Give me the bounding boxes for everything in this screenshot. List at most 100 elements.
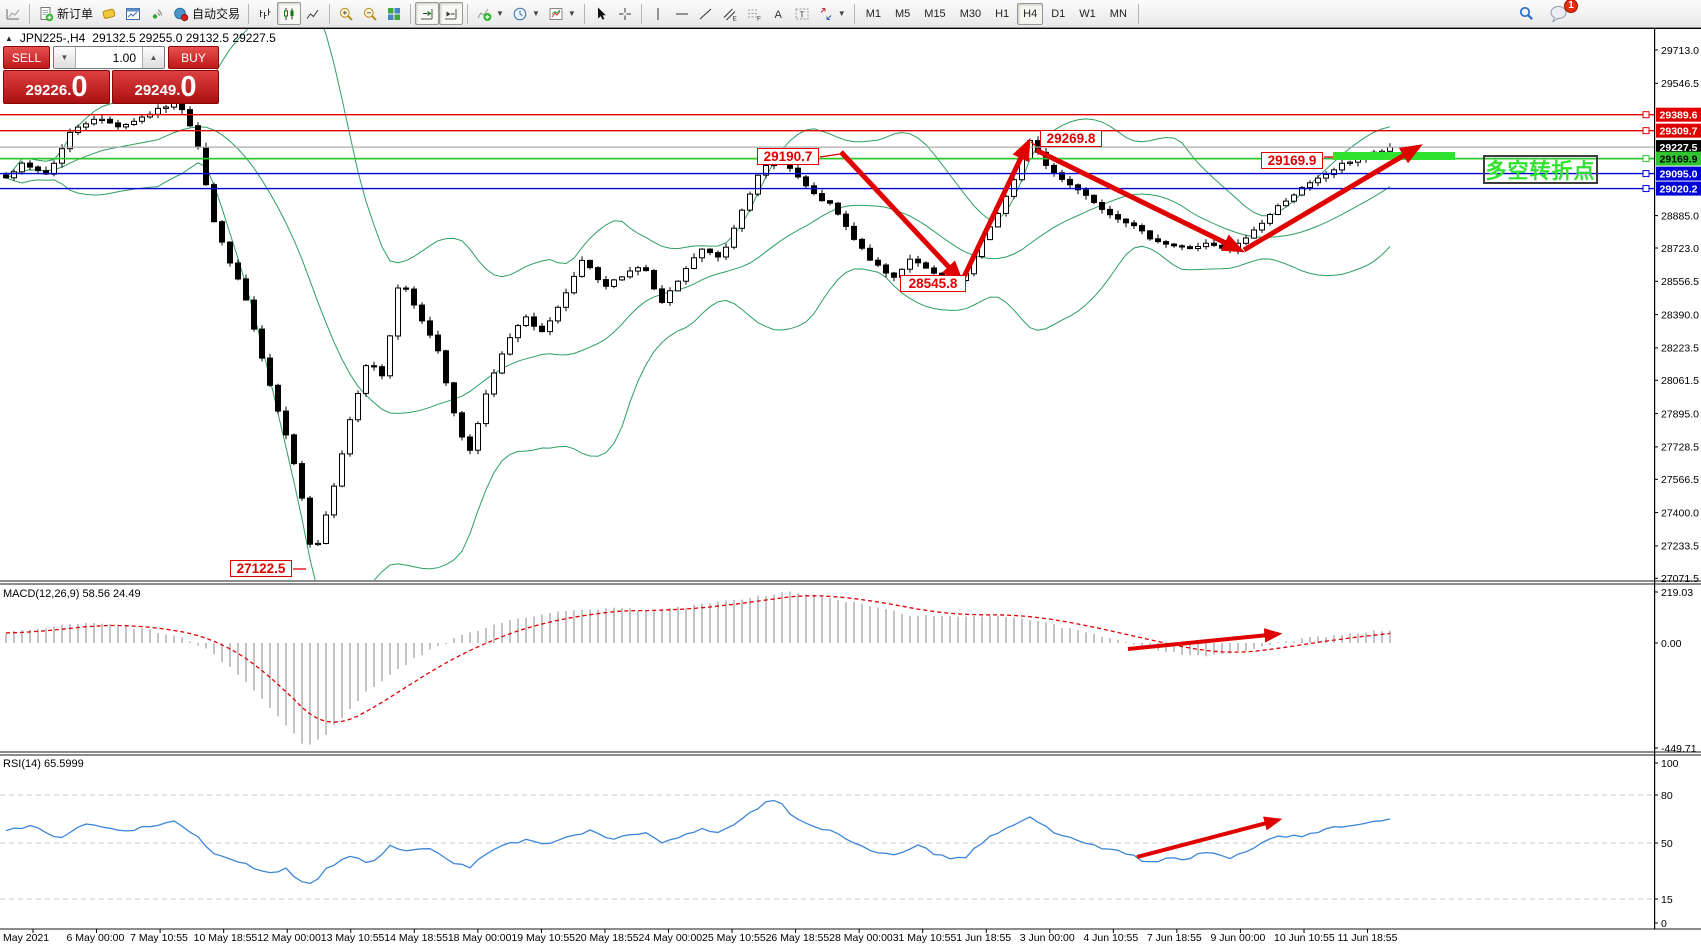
volume-increase-button[interactable]: ▲ (142, 47, 164, 68)
timeframe-m1-button[interactable]: M1 (860, 3, 887, 25)
auto-scroll-button[interactable] (415, 2, 439, 25)
date-axis-label: 12 May 00:00 (257, 932, 321, 944)
line-end-marker[interactable] (1643, 186, 1649, 192)
price-axis-tick: 28885.0 (1661, 210, 1699, 222)
line-end-marker[interactable] (1643, 171, 1649, 177)
line-end-marker[interactable] (1643, 112, 1649, 118)
buy-button[interactable]: BUY (168, 46, 219, 69)
svg-text:E: E (732, 15, 737, 22)
date-axis-label: May 2021 (3, 932, 49, 944)
new-order-button[interactable]: 新订单 (34, 2, 97, 25)
notifications-button[interactable]: 1 (1545, 2, 1573, 25)
chart-canvas[interactable]: 29713.029546.528885.028723.028556.528390… (0, 0, 1701, 944)
price-axis-tick: 28061.5 (1661, 375, 1699, 387)
macd-signal-line (6, 596, 1390, 722)
timeframe-m5-button[interactable]: M5 (889, 3, 916, 25)
line-end-marker[interactable] (1643, 156, 1649, 162)
date-axis-label: 3 Jun 00:00 (1020, 932, 1075, 944)
fibonacci-tool-button[interactable]: F (742, 2, 766, 25)
cursor-mode-icon (593, 6, 609, 22)
tile-windows-button[interactable] (382, 2, 406, 25)
timeframe-mn-button[interactable]: MN (1104, 3, 1133, 25)
price-annotation-label[interactable]: 27122.5 (230, 560, 292, 577)
price-annotation-label[interactable]: 29169.9 (1261, 152, 1323, 169)
horizontal-line-tool-button[interactable] (670, 2, 694, 25)
toolbar-separator (248, 4, 249, 24)
fibonacci-tool-icon: F (746, 6, 762, 22)
zoom-out-button[interactable] (358, 2, 382, 25)
trendline-tool-button[interactable] (694, 2, 718, 25)
toolbar: 新订单 自动交易 ▼ ▼ ▼ E FAT ▼ M1M5M15M30H1H4D1W1MN 1 (0, 0, 1701, 28)
date-axis-label: 19 May 10:55 (511, 932, 575, 944)
price-axis-tick: 28390.0 (1661, 309, 1699, 321)
price-annotation-label[interactable]: 29190.7 (757, 148, 819, 165)
chart-shift-button[interactable] (439, 2, 463, 25)
indicators-menu-button[interactable]: ▼ (472, 2, 508, 25)
channel-tool-button[interactable]: E (718, 2, 742, 25)
vertical-line-tool-button[interactable] (646, 2, 670, 25)
toolbar-separator (329, 4, 330, 24)
templates-menu-button[interactable]: ▼ (544, 2, 580, 25)
label-tool-button[interactable]: T (790, 2, 814, 25)
date-axis-label: 9 Jun 00:00 (1210, 932, 1265, 944)
cursor-mode-button[interactable] (589, 2, 613, 25)
horizontal-line-tool-icon (674, 6, 690, 22)
zoom-in-button[interactable] (334, 2, 358, 25)
price-tag-value: 29020.2 (1660, 183, 1698, 195)
timeframe-w1-button[interactable]: W1 (1073, 3, 1102, 25)
line-end-marker[interactable] (1643, 128, 1649, 134)
auto-trading-button[interactable]: 自动交易 (169, 2, 244, 25)
periods-menu-dropdown-arrow-icon[interactable]: ▼ (532, 9, 540, 18)
data-window-button[interactable] (121, 2, 145, 25)
bar-chart-type-button[interactable] (253, 2, 277, 25)
timeframe-d1-button[interactable]: D1 (1045, 3, 1071, 25)
timeframe-m30-button[interactable]: M30 (954, 3, 987, 25)
sell-button[interactable]: SELL (3, 46, 50, 69)
rsi-axis-tick: 15 (1661, 894, 1673, 906)
periods-menu-button[interactable]: ▼ (508, 2, 544, 25)
price-annotation-label[interactable]: 28545.8 (900, 275, 966, 292)
signals-button[interactable] (145, 2, 169, 25)
chinese-note-label[interactable]: 多空转折点 (1483, 155, 1598, 184)
macd-trend-arrow[interactable] (1128, 634, 1278, 649)
mt4-window: 29713.029546.528885.028723.028556.528390… (0, 0, 1701, 944)
timeframe-h4-button[interactable]: H4 (1017, 3, 1043, 25)
auto-trading-label: 自动交易 (192, 5, 240, 22)
arrows-tool-button[interactable]: ▼ (814, 2, 850, 25)
toolbar-separator (641, 4, 642, 24)
arrows-tool-dropdown-arrow-icon[interactable]: ▼ (838, 9, 846, 18)
crosshair-mode-button[interactable] (613, 2, 637, 25)
trend-arrow[interactable] (1036, 150, 1240, 250)
candlestick-chart-type-button[interactable] (277, 2, 301, 25)
price-axis-tick: 28223.5 (1661, 343, 1699, 355)
chart-tool-icon (5, 6, 21, 22)
indicators-menu-icon (476, 6, 492, 22)
chart-tool-button[interactable] (1, 2, 25, 25)
buy-price-display[interactable]: 29249.0 (112, 70, 219, 104)
chart-shift-icon (443, 6, 459, 22)
svg-text:A: A (774, 9, 782, 21)
collapse-arrow-icon[interactable]: ▲ (5, 34, 13, 43)
text-tool-button[interactable]: A (766, 2, 790, 25)
search-button[interactable] (1514, 2, 1539, 25)
sell-price-display[interactable]: 29226.0 (3, 70, 110, 104)
volume-input[interactable]: 1.00 (76, 47, 142, 68)
macd-pane[interactable] (5, 592, 1391, 745)
price-axis-tick: 28556.5 (1661, 276, 1699, 288)
trend-arrow[interactable] (841, 152, 960, 279)
trend-arrow[interactable] (962, 143, 1028, 281)
price-axis-tick: 29713.0 (1661, 45, 1699, 57)
timeframe-m15-button[interactable]: M15 (918, 3, 951, 25)
rsi-trend-arrow[interactable] (1137, 820, 1278, 857)
ohlc-values: 29132.5 29255.0 29132.5 29227.5 (92, 31, 276, 45)
price-annotation-label[interactable]: 29269.8 (1040, 130, 1102, 147)
line-chart-type-button[interactable] (301, 2, 325, 25)
candlestick-chart-type-icon (281, 6, 297, 22)
price-axis-tick: 27400.0 (1661, 507, 1699, 519)
volume-decrease-button[interactable]: ▼ (54, 47, 76, 68)
templates-menu-dropdown-arrow-icon[interactable]: ▼ (568, 9, 576, 18)
timeframe-h1-button[interactable]: H1 (989, 3, 1015, 25)
market-watch-button[interactable] (97, 2, 121, 25)
indicators-menu-dropdown-arrow-icon[interactable]: ▼ (496, 9, 504, 18)
price-tag-value: 29169.9 (1660, 153, 1698, 165)
